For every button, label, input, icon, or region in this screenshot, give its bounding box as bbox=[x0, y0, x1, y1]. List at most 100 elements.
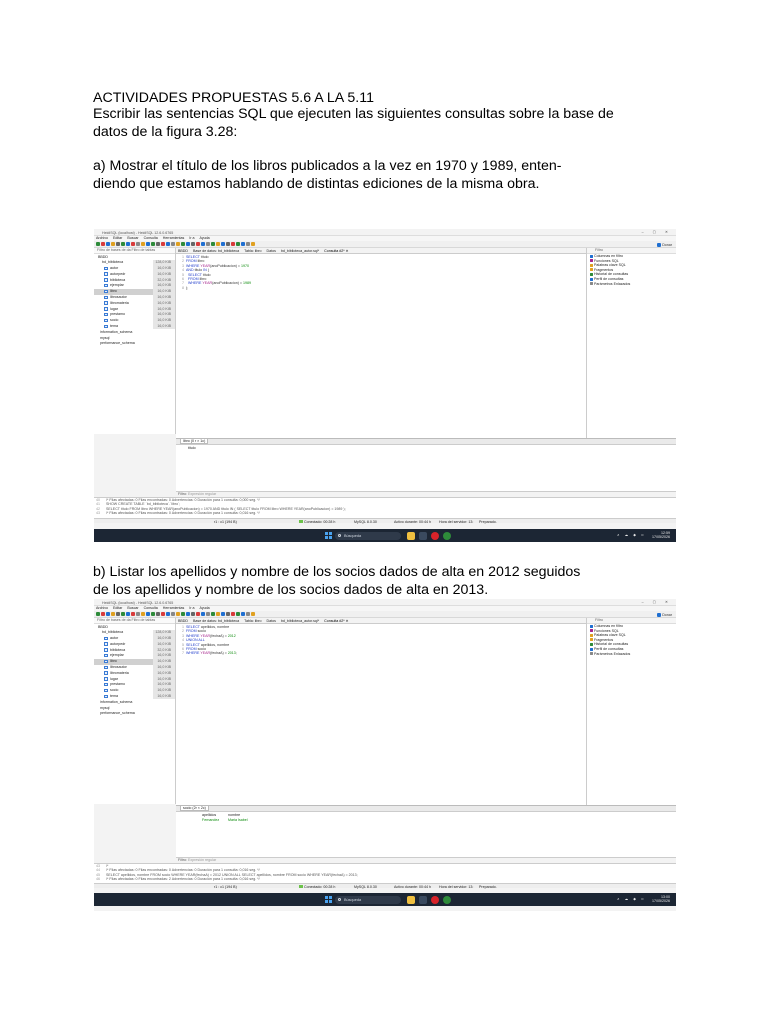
toolbar-icon[interactable] bbox=[206, 612, 210, 616]
file-explorer-icon[interactable] bbox=[407, 531, 415, 540]
query-editor[interactable]: BBDD Base de datos: bd_biblioteca Tabla: l… bbox=[176, 248, 586, 438]
taskbar-search[interactable]: Búsqueda bbox=[335, 895, 401, 904]
toolbar-icon[interactable] bbox=[156, 242, 160, 246]
toolbar-icon[interactable] bbox=[166, 612, 170, 616]
toolbar-icon[interactable] bbox=[186, 612, 190, 616]
toolbar-icon[interactable] bbox=[101, 612, 105, 616]
toolbar-icon[interactable] bbox=[141, 612, 145, 616]
toolbar-icon[interactable] bbox=[121, 612, 125, 616]
app-icon[interactable] bbox=[443, 531, 451, 540]
result-cell[interactable]: Fernandez bbox=[202, 818, 219, 822]
toolbar-icon[interactable] bbox=[211, 242, 215, 246]
result-column-header[interactable]: titulo bbox=[188, 446, 196, 450]
donate-button[interactable]: Donar bbox=[657, 243, 672, 247]
start-button[interactable] bbox=[325, 896, 332, 903]
toolbar-icon[interactable] bbox=[176, 612, 180, 616]
toolbar-icon[interactable] bbox=[191, 242, 195, 246]
toolbar-icon[interactable] bbox=[136, 612, 140, 616]
toolbar-icon[interactable] bbox=[236, 242, 240, 246]
editor-tab[interactable]: bd_biblioteca_autor.sql* bbox=[281, 249, 319, 253]
toolbar-icon[interactable] bbox=[246, 242, 250, 246]
editor-tab[interactable]: Tabla: libro bbox=[244, 619, 261, 623]
toolbar-icon[interactable] bbox=[146, 612, 150, 616]
editor-tab[interactable]: Base de datos: bd_biblioteca bbox=[193, 249, 239, 253]
window-controls[interactable]: – ▢ ✕ bbox=[642, 600, 672, 604]
toolbar-icon[interactable] bbox=[231, 612, 235, 616]
editor-tab[interactable]: Datos bbox=[267, 249, 276, 253]
opera-icon[interactable] bbox=[431, 895, 439, 904]
code-line[interactable]: WHERE YEAR(anoPublicacion) = 1989 bbox=[186, 281, 251, 285]
toolbar-icon[interactable] bbox=[171, 612, 175, 616]
toolbar-icon[interactable] bbox=[236, 612, 240, 616]
filter-input[interactable]: Expresión regular bbox=[188, 492, 216, 496]
toolbar-icon[interactable] bbox=[211, 612, 215, 616]
toolbar-icon[interactable] bbox=[151, 242, 155, 246]
menu-item[interactable]: Ir a bbox=[189, 236, 194, 240]
toolbar-icon[interactable] bbox=[191, 612, 195, 616]
toolbar-icon[interactable] bbox=[226, 242, 230, 246]
editor-tab[interactable]: Consulta #2* ✕ bbox=[324, 249, 349, 253]
toolbar-icon[interactable] bbox=[131, 242, 135, 246]
toolbar-icon[interactable] bbox=[111, 242, 115, 246]
editor-tab[interactable]: Base de datos: bd_biblioteca bbox=[193, 619, 239, 623]
filter-input[interactable]: Expresión regular bbox=[188, 858, 216, 862]
editor-tab[interactable]: bd_biblioteca_autor.sql* bbox=[281, 619, 319, 623]
toolbar-icon[interactable] bbox=[166, 242, 170, 246]
menu-item[interactable]: Consulta bbox=[144, 606, 158, 610]
toolbar-icon[interactable] bbox=[246, 612, 250, 616]
toolbar-icon[interactable] bbox=[146, 242, 150, 246]
helper-item[interactable]: Parámetros Enlazados bbox=[587, 652, 676, 657]
menu-item[interactable]: Archivo bbox=[96, 236, 108, 240]
query-editor[interactable]: BBDD Base de datos: bd_biblioteca Tabla: l… bbox=[176, 618, 586, 805]
toolbar-icon[interactable] bbox=[221, 242, 225, 246]
menu-item[interactable]: Archivo bbox=[96, 606, 108, 610]
toolbar-icon[interactable] bbox=[181, 242, 185, 246]
toolbar-icon[interactable] bbox=[226, 612, 230, 616]
toolbar-icon[interactable] bbox=[106, 612, 110, 616]
toolbar-icon[interactable] bbox=[196, 242, 200, 246]
toolbar-icon[interactable] bbox=[121, 242, 125, 246]
toolbar-icon[interactable] bbox=[161, 612, 165, 616]
menu-item[interactable]: Editar bbox=[113, 236, 122, 240]
menu-item[interactable]: Herramientas bbox=[163, 236, 185, 240]
menu-item[interactable]: Consulta bbox=[144, 236, 158, 240]
tray-icons[interactable]: ∧ ☁ ◆ ⊂ bbox=[617, 897, 646, 901]
toolbar-icon[interactable] bbox=[221, 612, 225, 616]
app-icon[interactable] bbox=[419, 895, 427, 904]
toolbar-icon[interactable] bbox=[126, 242, 130, 246]
toolbar-icon[interactable] bbox=[206, 242, 210, 246]
toolbar-icon[interactable] bbox=[126, 612, 130, 616]
toolbar-icon[interactable] bbox=[201, 242, 205, 246]
toolbar-icon[interactable] bbox=[111, 612, 115, 616]
toolbar-icon[interactable] bbox=[216, 612, 220, 616]
toolbar-icon[interactable] bbox=[141, 242, 145, 246]
result-tab[interactable]: libro (0 r × 1c) bbox=[180, 438, 209, 444]
toolbar-icon[interactable] bbox=[101, 242, 105, 246]
menu-item[interactable]: Ir a bbox=[189, 606, 194, 610]
toolbar-icon[interactable] bbox=[136, 242, 140, 246]
toolbar-icon[interactable] bbox=[106, 242, 110, 246]
toolbar-icon[interactable] bbox=[231, 242, 235, 246]
editor-tab[interactable]: Tabla: libro bbox=[244, 249, 261, 253]
file-explorer-icon[interactable] bbox=[407, 895, 415, 904]
menu-item[interactable]: Herramientas bbox=[163, 606, 185, 610]
window-controls[interactable]: – ▢ ✕ bbox=[642, 230, 672, 234]
toolbar-icon[interactable] bbox=[171, 242, 175, 246]
toolbar-icon[interactable] bbox=[131, 612, 135, 616]
editor-tab[interactable]: Consulta #2* ✕ bbox=[324, 619, 349, 623]
menu-item[interactable]: Ayuda bbox=[200, 606, 210, 610]
toolbar-icon[interactable] bbox=[216, 242, 220, 246]
donate-button[interactable]: Donar bbox=[657, 613, 672, 617]
app-icon[interactable] bbox=[419, 531, 427, 540]
toolbar-icon[interactable] bbox=[241, 242, 245, 246]
editor-tab[interactable]: BBDD bbox=[178, 249, 188, 253]
taskbar-search[interactable]: Búsqueda bbox=[335, 531, 401, 540]
code-line[interactable]: ); bbox=[186, 286, 188, 290]
toolbar-icon[interactable] bbox=[251, 242, 255, 246]
toolbar-icon[interactable] bbox=[116, 242, 120, 246]
tray-icons[interactable]: ∧ ☁ ◆ ⊂ bbox=[617, 533, 646, 537]
helper-item[interactable]: Parámetros Enlazados bbox=[587, 282, 676, 287]
toolbar-icon[interactable] bbox=[201, 612, 205, 616]
editor-tab[interactable]: Datos bbox=[267, 619, 276, 623]
menu-item[interactable]: Editar bbox=[113, 606, 122, 610]
